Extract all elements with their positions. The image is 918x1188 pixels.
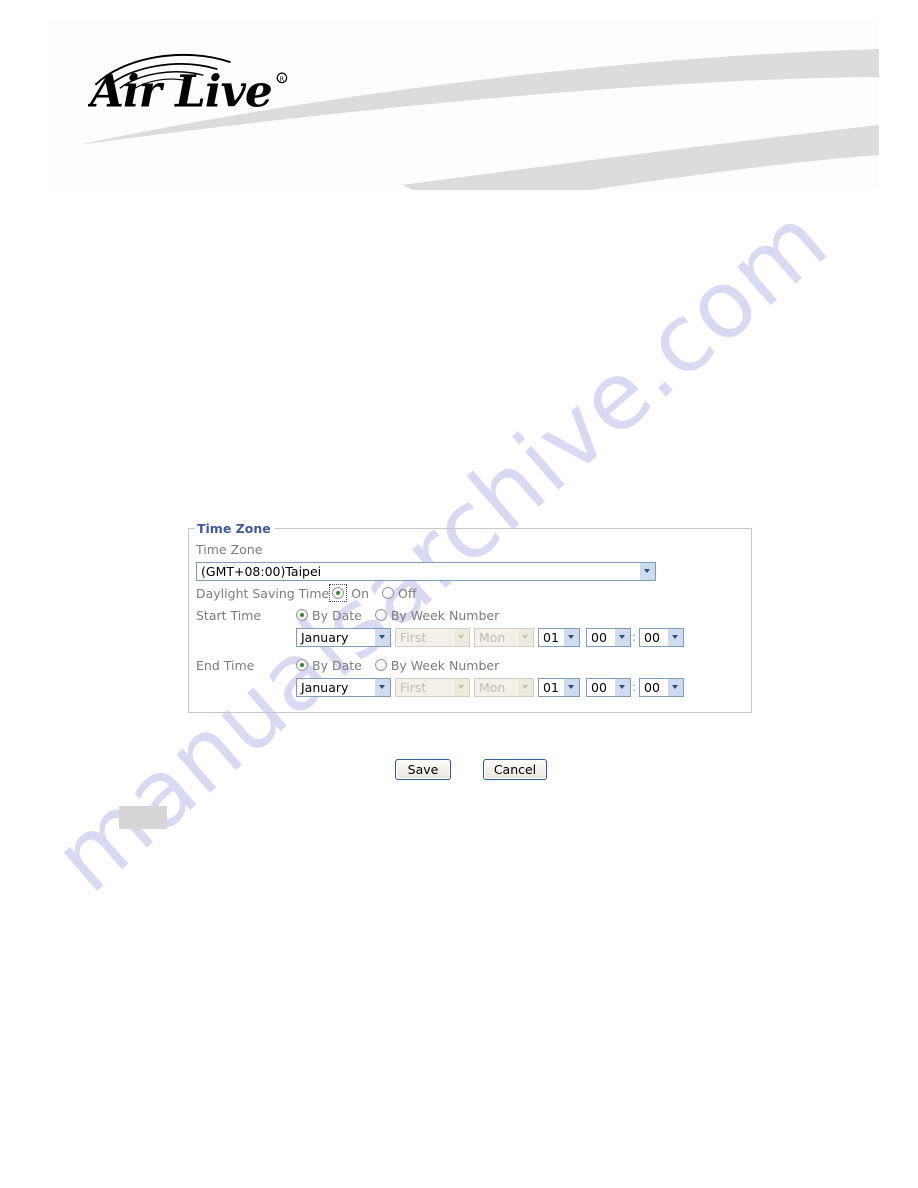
chevron-down-icon[interactable] (667, 678, 684, 696)
end-time-label: End Time (196, 657, 255, 673)
chevron-down-icon (517, 628, 533, 646)
page-number-box (119, 806, 167, 829)
end-hour-select[interactable]: 00 (586, 677, 631, 697)
start-day-select[interactable]: 01 (538, 627, 580, 647)
time-zone-label: Time Zone (196, 541, 263, 557)
chevron-down-icon[interactable] (563, 678, 579, 696)
start-by-date-radio[interactable] (296, 609, 308, 621)
timezone-select-value: (GMT+08:00)Taipei (201, 563, 322, 579)
start-week-value: First (400, 629, 427, 645)
end-hour-value: 00 (591, 679, 607, 695)
chevron-down-icon[interactable] (374, 628, 390, 646)
end-month-value: January (301, 679, 349, 695)
start-minute-select[interactable]: 00 (639, 627, 685, 647)
end-by-week-label[interactable]: By Week Number (391, 658, 499, 673)
cancel-button[interactable]: Cancel (483, 759, 547, 780)
svg-text:Air Live: Air Live (88, 67, 272, 111)
start-week-select: First (395, 627, 470, 647)
start-minute-value: 00 (644, 629, 660, 645)
dst-on-radio[interactable] (332, 587, 345, 599)
time-zone-select-row: (GMT+08:00)Taipei (189, 560, 751, 582)
chevron-down-icon[interactable] (614, 678, 630, 696)
end-time-separator: : (632, 679, 637, 694)
dst-off-radio[interactable] (382, 587, 395, 599)
end-weekday-value: Mon (479, 679, 506, 695)
start-day-value: 01 (543, 629, 559, 645)
airlive-logo: Air Live R (88, 53, 288, 111)
time-zone-form: Time Zone Time Zone (GMT+08:00)Taipei Da… (188, 521, 754, 713)
daylight-saving-label: Daylight Saving Time (196, 585, 330, 601)
end-weekday-select: Mon (474, 677, 534, 697)
end-day-value: 01 (543, 679, 559, 695)
start-time-selects-row: January First Mon 01 00: 00 (189, 626, 751, 648)
dst-on-label[interactable]: On (351, 586, 369, 601)
chevron-down-icon[interactable] (667, 628, 684, 646)
time-zone-label-row: Time Zone (189, 538, 751, 560)
dst-on-radio-focus[interactable] (329, 584, 348, 602)
end-week-select: First (395, 677, 470, 697)
chevron-down-icon (517, 678, 533, 696)
start-hour-select[interactable]: 00 (586, 627, 631, 647)
dst-off-label[interactable]: Off (398, 586, 416, 601)
document-page: Air Live R manualsarchive.com Time Zone … (0, 0, 918, 1188)
start-time-mode-row: Start Time By Date By Week Number (189, 604, 751, 626)
end-week-value: First (400, 679, 427, 695)
end-month-select[interactable]: January (296, 677, 391, 697)
end-by-date-radio[interactable] (296, 659, 308, 671)
chevron-down-icon (453, 678, 469, 696)
end-by-date-label[interactable]: By Date (312, 658, 362, 673)
start-hour-value: 00 (591, 629, 607, 645)
start-by-date-label[interactable]: By Date (312, 608, 362, 623)
chevron-down-icon[interactable] (614, 628, 630, 646)
daylight-saving-row: Daylight Saving Time On Off (189, 582, 751, 604)
start-by-week-label[interactable]: By Week Number (391, 608, 499, 623)
start-month-value: January (301, 629, 349, 645)
end-minute-value: 00 (644, 679, 660, 695)
chevron-down-icon[interactable] (639, 562, 655, 580)
start-weekday-value: Mon (479, 629, 506, 645)
chevron-down-icon[interactable] (374, 678, 390, 696)
time-zone-fieldset: Time Zone Time Zone (GMT+08:00)Taipei Da… (188, 521, 752, 713)
start-month-select[interactable]: January (296, 627, 391, 647)
chevron-down-icon (453, 628, 469, 646)
start-time-label: Start Time (196, 607, 262, 623)
start-weekday-select: Mon (474, 627, 534, 647)
end-day-select[interactable]: 01 (538, 677, 580, 697)
chevron-down-icon[interactable] (563, 628, 579, 646)
end-minute-select[interactable]: 00 (639, 677, 685, 697)
start-time-separator: : (632, 629, 637, 644)
end-by-week-radio[interactable] (374, 659, 387, 671)
form-actions: Save Cancel (188, 759, 754, 780)
save-button[interactable]: Save (395, 759, 451, 780)
end-time-mode-row: End Time By Date By Week Number (189, 654, 751, 676)
timezone-select[interactable]: (GMT+08:00)Taipei (196, 561, 656, 581)
time-zone-legend: Time Zone (197, 521, 271, 536)
start-by-week-radio[interactable] (374, 609, 387, 621)
end-time-selects-row: January First Mon 01 00: 00 (189, 676, 751, 698)
